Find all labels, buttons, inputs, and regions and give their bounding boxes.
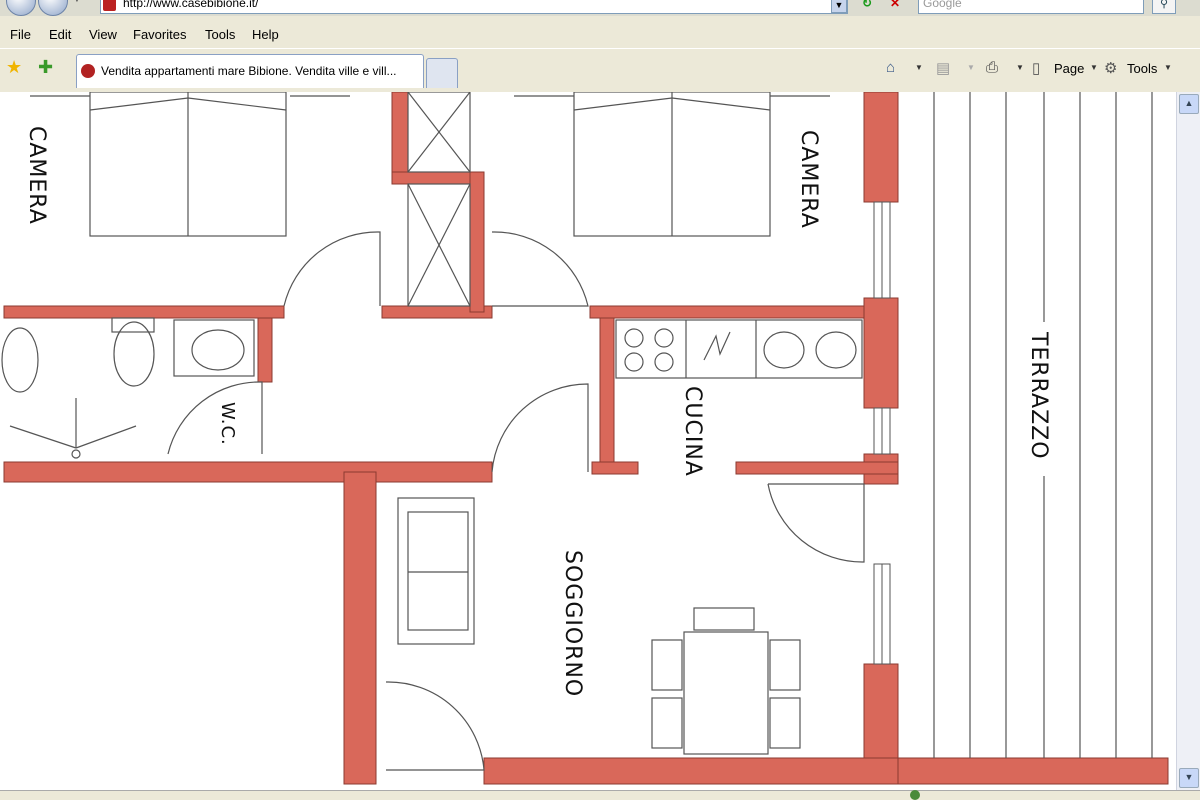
tab-title: Vendita appartamenti mare Bibione. Vendi… xyxy=(101,64,397,78)
menu-view[interactable]: View xyxy=(89,27,117,42)
forward-button[interactable] xyxy=(38,0,68,16)
room-label-camera-right: CAMERA xyxy=(796,130,821,229)
wall xyxy=(863,92,899,203)
search-input[interactable]: Google xyxy=(918,0,1144,14)
search-icon[interactable]: ⚲ xyxy=(1152,0,1176,14)
wall xyxy=(257,317,273,383)
wall xyxy=(863,297,899,409)
chair xyxy=(769,697,801,749)
door-swing xyxy=(491,231,589,307)
wall xyxy=(599,317,615,469)
favorites-star-icon[interactable]: ★ xyxy=(6,57,22,78)
room-label-camera-left: CAMERA xyxy=(24,126,49,225)
status-bar xyxy=(0,790,1200,800)
wall xyxy=(3,305,285,319)
gear-icon[interactable]: ⚙ xyxy=(1104,59,1117,77)
browser-chrome: ▼ http://www.casebibione.it/ ▼ ↻ ✕ Googl… xyxy=(0,0,1200,92)
wall xyxy=(391,171,483,185)
kitchen-counter xyxy=(615,319,863,379)
menu-tools[interactable]: Tools xyxy=(205,27,235,42)
scroll-up-button[interactable]: ▲ xyxy=(1179,94,1199,114)
print-dropdown-icon[interactable]: ▼ xyxy=(1016,63,1024,72)
menu-favorites[interactable]: Favorites xyxy=(133,27,186,42)
door-swing xyxy=(491,383,589,473)
chair xyxy=(769,639,801,691)
address-input[interactable]: http://www.casebibione.it/ xyxy=(100,0,848,14)
room-label-terrazzo: TERRAZZO xyxy=(1026,331,1051,460)
print-icon[interactable]: ⎙ xyxy=(986,59,998,76)
feeds-dropdown-icon[interactable]: ▼ xyxy=(967,63,975,72)
new-tab-button[interactable] xyxy=(426,58,458,88)
wall xyxy=(863,663,899,771)
wall xyxy=(897,757,1169,785)
menu-file[interactable]: File xyxy=(10,27,31,42)
menu-bar: File Edit View Favorites Tools Help xyxy=(0,24,1200,46)
dining-table xyxy=(683,631,769,755)
tools-dropdown-icon[interactable]: ▼ xyxy=(1164,63,1172,72)
door-swing xyxy=(385,681,485,771)
wall xyxy=(589,305,867,319)
back-button[interactable] xyxy=(6,0,36,16)
menu-edit[interactable]: Edit xyxy=(49,27,71,42)
add-favorites-icon[interactable]: ✚ xyxy=(38,57,53,78)
wall xyxy=(483,757,899,785)
floor-plan: CAMERA CAMERA W.C. CUCINA SOGGIORNO TERR… xyxy=(1,92,1169,785)
page-content: CAMERA CAMERA W.C. CUCINA SOGGIORNO TERR… xyxy=(0,92,1176,790)
washbasin xyxy=(173,319,255,377)
address-bar-row: ▼ http://www.casebibione.it/ ▼ ↻ ✕ Googl… xyxy=(0,0,1200,16)
wall xyxy=(735,461,899,475)
history-dropdown-icon[interactable]: ▼ xyxy=(72,0,82,5)
menu-help[interactable]: Help xyxy=(252,27,279,42)
stop-icon[interactable]: ✕ xyxy=(884,0,906,14)
address-dropdown-button[interactable]: ▼ xyxy=(831,0,847,13)
page-dropdown-icon[interactable]: ▼ xyxy=(1090,63,1098,72)
refresh-icon[interactable]: ↻ xyxy=(856,0,878,14)
page-icon[interactable]: ▯ xyxy=(1032,59,1040,77)
page-menu-button[interactable]: Page xyxy=(1054,61,1084,76)
chair xyxy=(693,607,755,631)
door-swing xyxy=(283,231,381,307)
address-url: http://www.casebibione.it/ xyxy=(123,0,259,10)
chair xyxy=(651,639,683,691)
door-swing xyxy=(767,483,865,563)
toilet xyxy=(1,327,39,393)
tools-menu-button[interactable]: Tools xyxy=(1127,61,1157,76)
sofa xyxy=(397,497,475,645)
tab-toolbar-row: ★ ✚ Vendita appartamenti mare Bibione. V… xyxy=(0,48,1200,93)
security-zone-icon xyxy=(910,790,920,800)
vertical-scrollbar[interactable]: ▲ ▼ xyxy=(1176,92,1200,790)
home-icon[interactable]: ⌂ xyxy=(886,59,895,76)
scroll-down-button[interactable]: ▼ xyxy=(1179,768,1199,788)
room-label-wc: W.C. xyxy=(217,402,238,446)
home-dropdown-icon[interactable]: ▼ xyxy=(915,63,923,72)
tab-favicon-icon xyxy=(81,64,95,78)
door-swing xyxy=(167,381,263,455)
wall xyxy=(3,461,493,483)
rss-feed-icon[interactable]: ▤ xyxy=(936,59,950,77)
room-label-cucina: CUCINA xyxy=(680,386,705,477)
room-label-soggiorno: SOGGIORNO xyxy=(560,550,585,697)
site-favicon-icon xyxy=(103,0,116,11)
tab-active[interactable]: Vendita appartamenti mare Bibione. Vendi… xyxy=(76,54,424,88)
wall xyxy=(469,171,485,313)
chair xyxy=(651,697,683,749)
wall xyxy=(343,471,377,785)
wall xyxy=(591,461,639,475)
wall xyxy=(391,92,409,185)
